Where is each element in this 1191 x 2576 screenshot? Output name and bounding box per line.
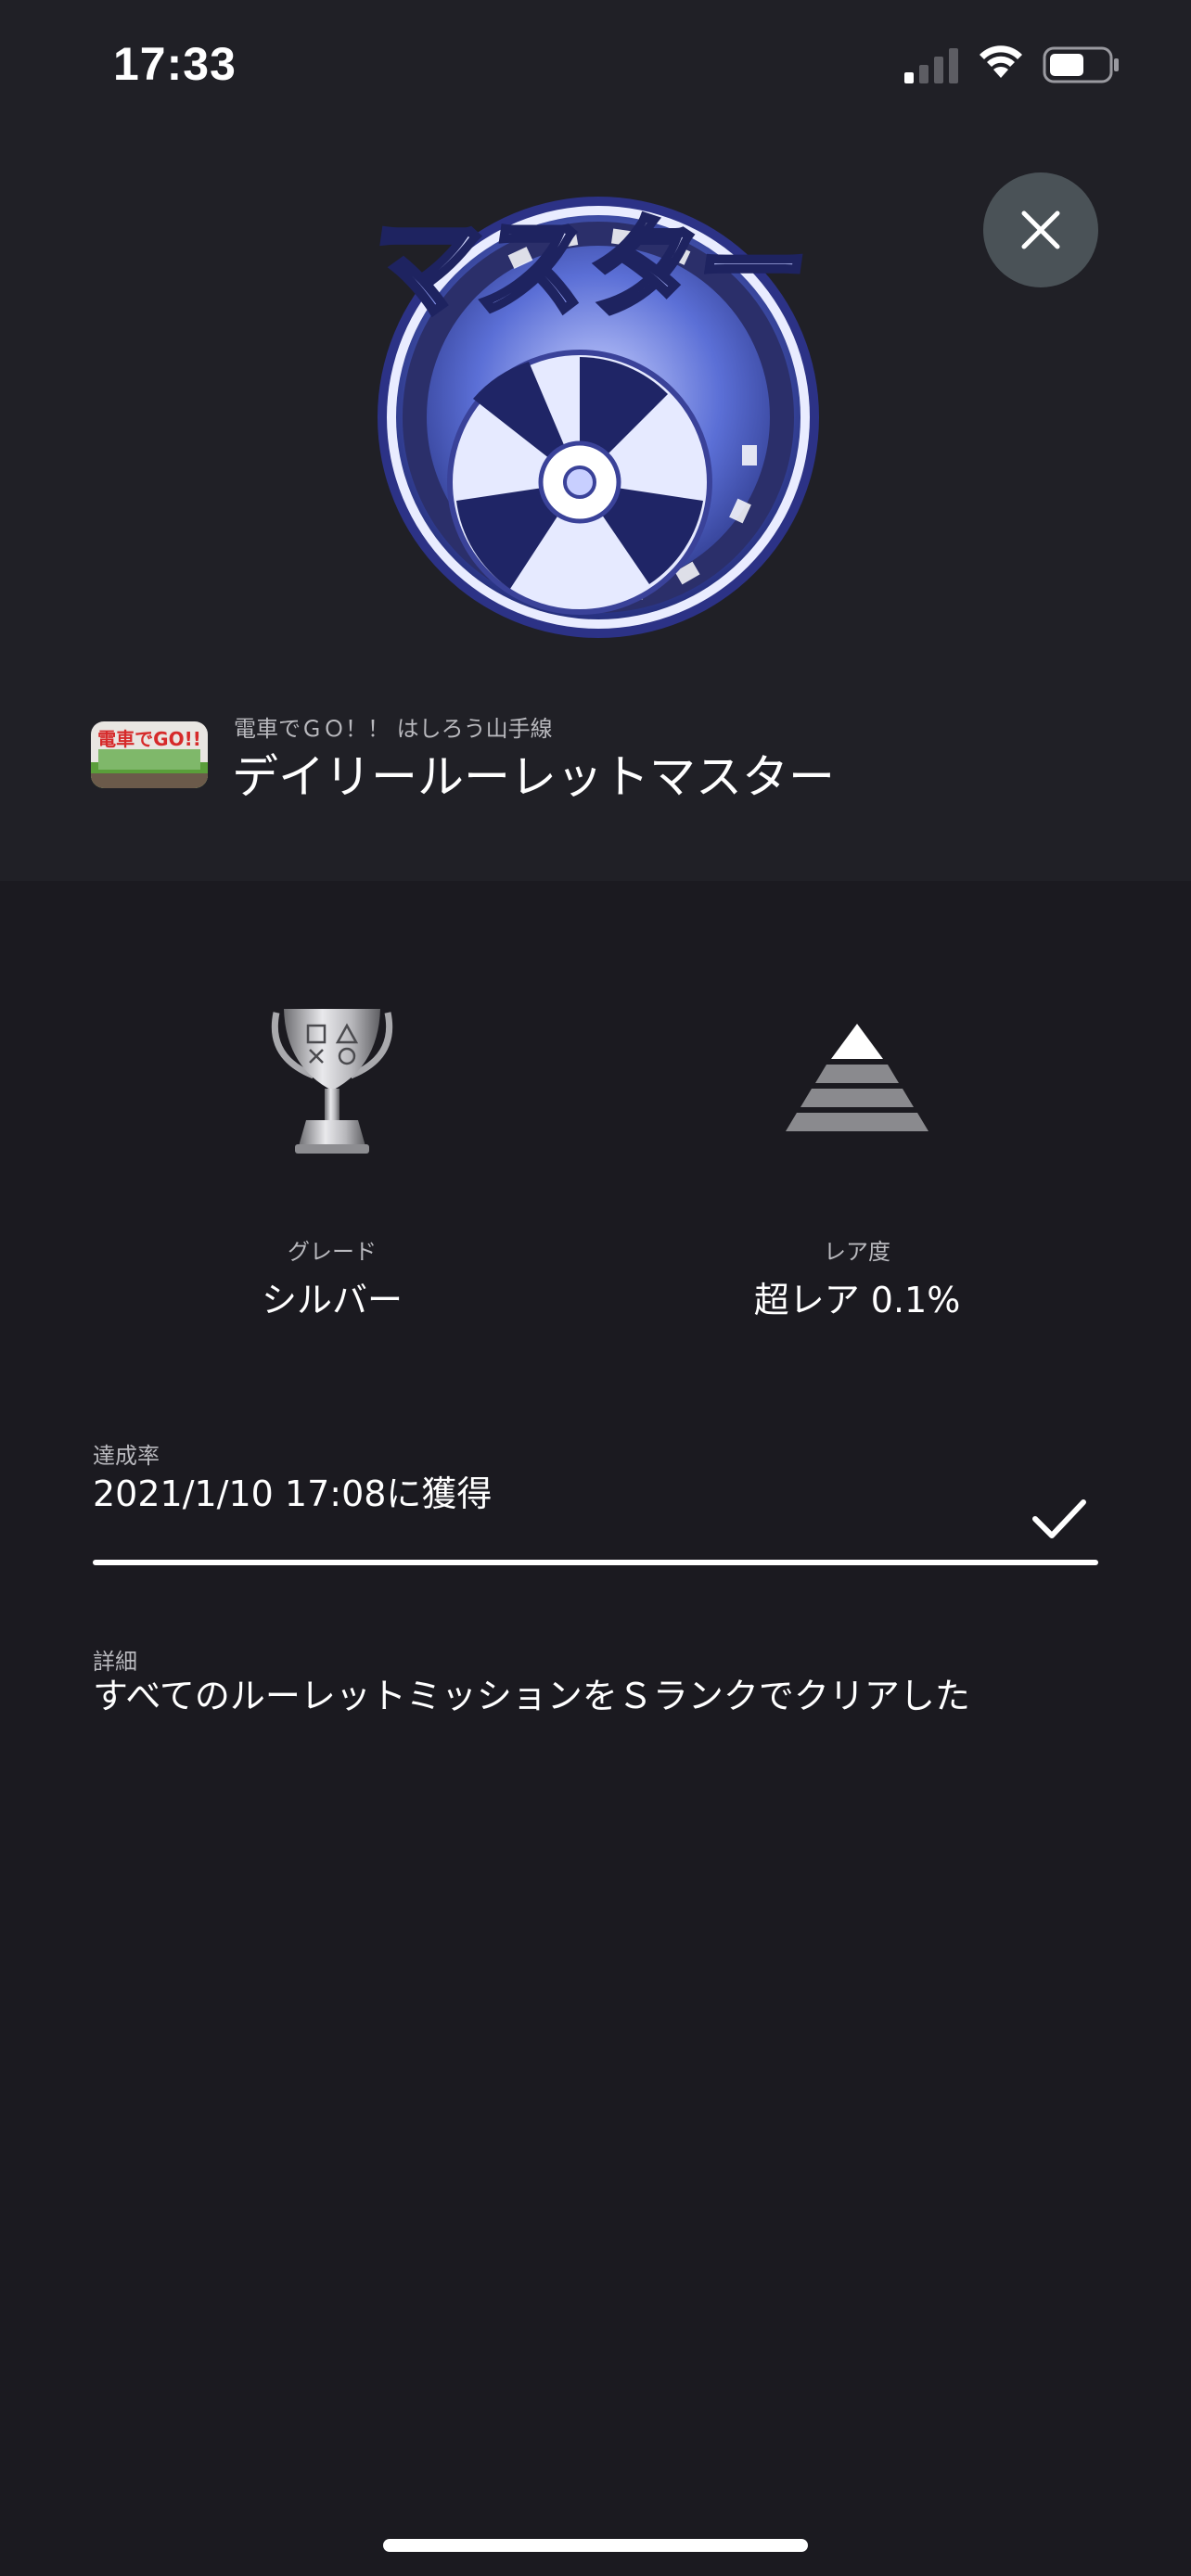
cellular-signal-icon bbox=[904, 48, 958, 83]
battery-icon bbox=[1043, 46, 1119, 83]
grade-label: グレード bbox=[288, 1239, 377, 1265]
close-icon bbox=[1021, 210, 1060, 249]
game-icon: 電車でGO!! bbox=[91, 721, 208, 788]
header-section: マスター 電車でGO!! 電車でＧＯ！！ はしろう山手線 デイリールーレットマス… bbox=[0, 0, 1191, 881]
trophy-detail-screen: マスター 電車でGO!! 電車でＧＯ！！ はしろう山手線 デイリールーレットマス… bbox=[0, 0, 1191, 2576]
trophy-emblem: マスター bbox=[371, 197, 819, 638]
checkmark-icon bbox=[1032, 1499, 1086, 1538]
grade-stat: グレード シルバー bbox=[147, 1001, 518, 1322]
grade-value: シルバー bbox=[261, 1280, 403, 1320]
trophy-emblem-text: マスター bbox=[371, 205, 816, 332]
rarity-pyramid-icon bbox=[786, 1024, 928, 1131]
progress-bar-fill bbox=[93, 1560, 1098, 1565]
close-button[interactable] bbox=[983, 172, 1098, 287]
home-indicator[interactable] bbox=[383, 2539, 808, 2552]
details-text: すべてのルーレットミッションをＳランクでクリアした bbox=[93, 1676, 970, 1716]
earned-date: 2021/1/10 17:08に獲得 bbox=[93, 1473, 493, 1514]
progress-bar bbox=[93, 1560, 1098, 1565]
trophy-name: デイリールーレットマスター bbox=[232, 750, 835, 804]
rarity-value: 超レア 0.1% bbox=[753, 1280, 961, 1320]
silver-trophy-icon bbox=[271, 1009, 393, 1154]
game-icon-text: 電車でGO!! bbox=[97, 728, 201, 750]
status-time: 17:33 bbox=[113, 38, 237, 90]
rarity-label: レア度 bbox=[824, 1239, 890, 1265]
rarity-stat: レア度 超レア 0.1% bbox=[672, 1001, 1043, 1322]
status-bar: 17:33 bbox=[0, 0, 1191, 130]
wifi-icon bbox=[980, 45, 1022, 78]
game-title: 電車でＧＯ！！ はしろう山手線 bbox=[234, 716, 553, 742]
